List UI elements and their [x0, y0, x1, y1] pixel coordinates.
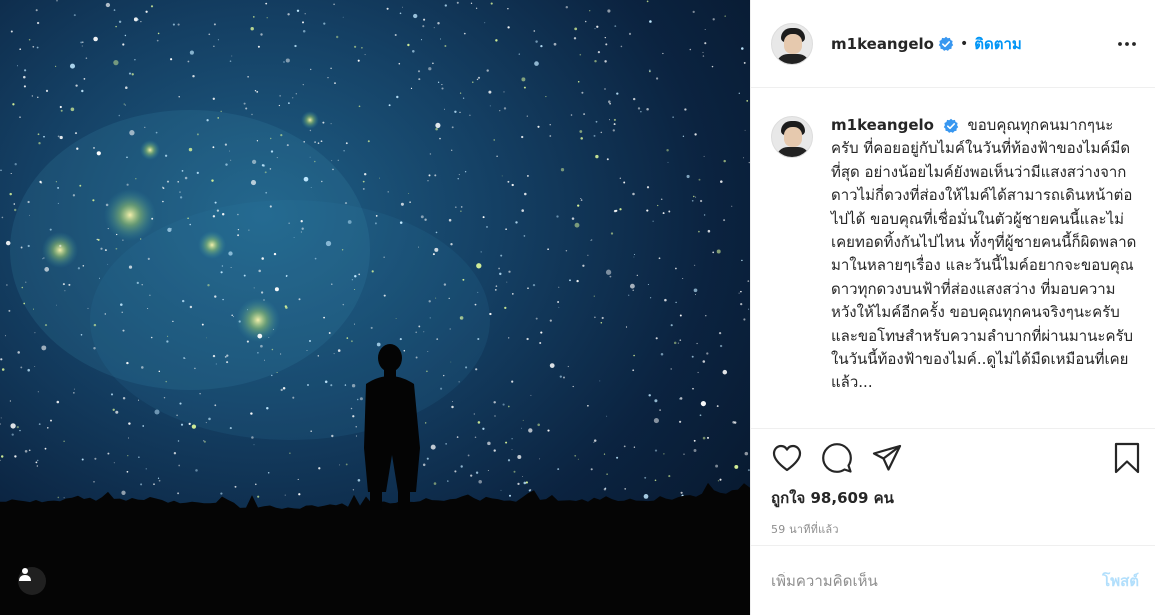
- follow-button[interactable]: ติดตาม: [974, 32, 1022, 56]
- likes-count[interactable]: ถูกใจ 98,609 คน: [751, 487, 1155, 509]
- verified-badge-icon: [938, 36, 954, 51]
- comment-bubble-icon: [822, 443, 852, 473]
- user-tag-icon: [19, 568, 31, 581]
- caption-section: m1keangelo ขอบคุณทุกคนมากๆนะครับ ที่คอยอ…: [751, 88, 1155, 428]
- post-comment-button[interactable]: โพสต์: [1102, 569, 1139, 593]
- more-options-button[interactable]: [1115, 32, 1139, 56]
- save-button[interactable]: [1111, 442, 1143, 474]
- comment-input[interactable]: [771, 571, 1103, 590]
- user-tag-button[interactable]: [18, 567, 46, 595]
- avatar[interactable]: [771, 22, 813, 65]
- separator-dot: •: [959, 35, 969, 52]
- starry-sky-illustration: [0, 0, 750, 615]
- post-header: m1keangelo • ติดตาม: [751, 0, 1155, 88]
- caption-username[interactable]: m1keangelo: [831, 116, 934, 134]
- bookmark-icon: [1114, 442, 1140, 474]
- post-actions-section: ถูกใจ 98,609 คน 59 นาทีที่แล้ว: [751, 428, 1155, 538]
- post-timestamp[interactable]: 59 นาทีที่แล้ว: [751, 520, 1155, 538]
- verified-badge-icon: [943, 118, 958, 133]
- paper-plane-icon: [872, 444, 902, 471]
- like-button[interactable]: [771, 442, 803, 474]
- share-button[interactable]: [871, 442, 903, 474]
- caption-text-block: m1keangelo ขอบคุณทุกคนมากๆนะครับ ที่คอยอ…: [831, 114, 1139, 428]
- caption-text: ขอบคุณทุกคนมากๆนะครับ ที่คอยอยู่กับไมค์ใ…: [831, 116, 1137, 392]
- more-options-icon: [1118, 41, 1136, 46]
- action-bar: [751, 429, 1155, 487]
- heart-icon: [772, 444, 802, 472]
- caption-avatar[interactable]: [771, 116, 813, 158]
- post-sidebar: m1keangelo • ติดตาม m1keangelo ขอบคุณทุก…: [750, 0, 1155, 615]
- post-modal: m1keangelo • ติดตาม m1keangelo ขอบคุณทุก…: [0, 0, 1155, 615]
- post-image[interactable]: [0, 0, 750, 615]
- comment-button[interactable]: [821, 442, 853, 474]
- add-comment-form: โพสต์: [751, 545, 1155, 615]
- username-link[interactable]: m1keangelo: [831, 35, 934, 53]
